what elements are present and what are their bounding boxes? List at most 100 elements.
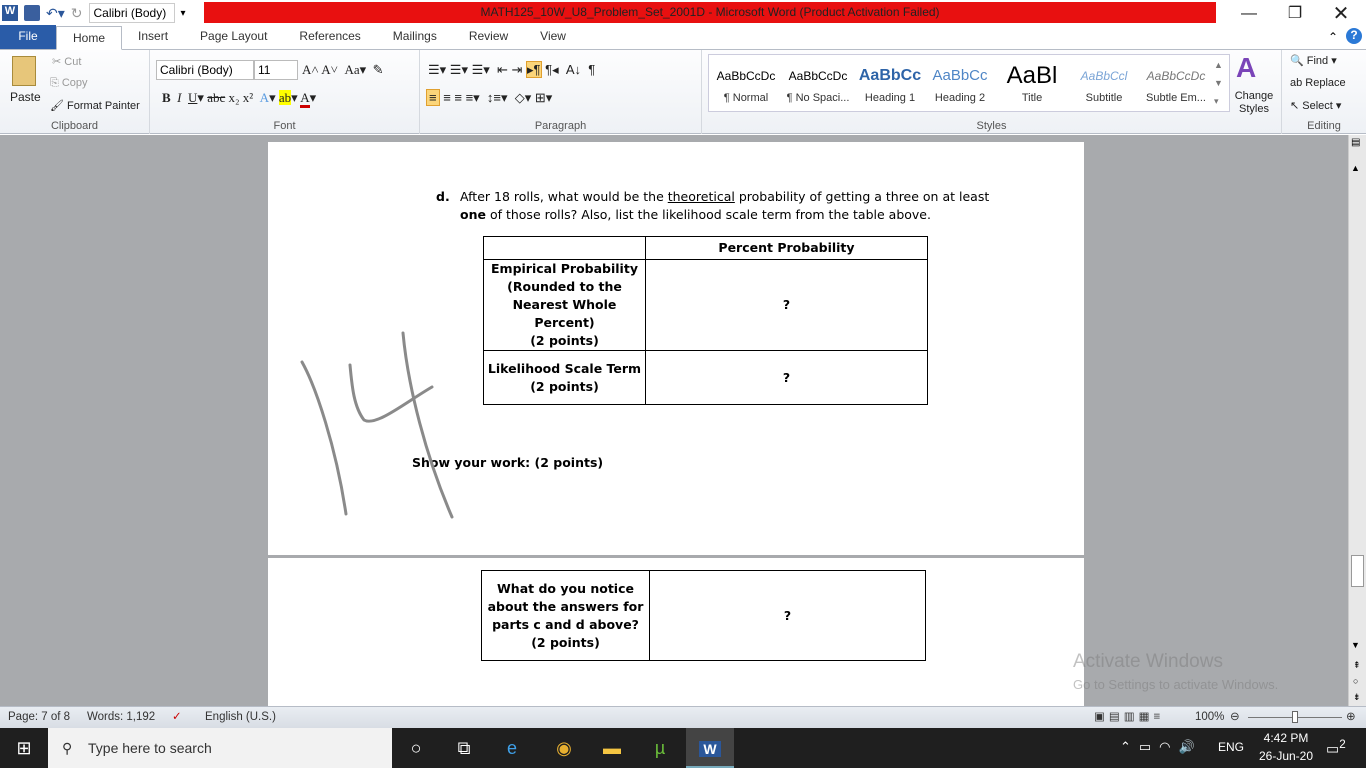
file-explorer-icon[interactable]: ▬: [588, 728, 636, 768]
clock-time[interactable]: 4:42 PM: [1256, 731, 1316, 745]
proofing-icon[interactable]: ✓: [172, 709, 182, 723]
qat-font-select[interactable]: Calibri (Body): [88, 3, 175, 23]
word-taskbar-icon[interactable]: W: [686, 728, 734, 768]
tab-home[interactable]: Home: [56, 26, 123, 50]
empty-header-cell: [483, 236, 646, 260]
question-text: After 18 rolls, what would be the: [460, 189, 668, 204]
grow-shrink-font-icons[interactable]: A˄ A˅ Aa▾ ✎: [302, 62, 384, 78]
word-count[interactable]: Words: 1,192: [87, 711, 155, 723]
windows-start-icon[interactable]: ⊞: [0, 728, 48, 768]
edge-icon[interactable]: e: [488, 728, 536, 768]
customize-qat-icon[interactable]: ▾: [181, 8, 186, 19]
taskbar-search[interactable]: ⚲ Type here to search: [48, 728, 392, 768]
zoom-level[interactable]: 100%: [1195, 711, 1224, 723]
replace-button[interactable]: ab Replace: [1290, 77, 1346, 89]
cut-label: Cut: [64, 56, 82, 68]
document-page[interactable]: d. After 18 rolls, what would be the the…: [268, 142, 1084, 555]
cut-button[interactable]: ✂ Cut: [52, 55, 81, 68]
tab-view[interactable]: View: [524, 25, 582, 49]
styles-label: Styles: [976, 120, 1007, 132]
alignment-buttons[interactable]: ≡ ≡ ≡ ≡▾ ↕≡▾ ◇▾ ⊞▾: [426, 89, 552, 106]
style-sample: AaBbCc: [858, 67, 922, 84]
undo-icon[interactable]: ↶▾: [46, 5, 65, 22]
minimize-button[interactable]: —: [1226, 0, 1272, 28]
restore-button[interactable]: ❐: [1272, 0, 1318, 28]
style-subtitle[interactable]: AaBbCcl Subtitle: [1068, 66, 1140, 104]
font-size-select[interactable]: 11: [254, 60, 298, 80]
tab-page-layout[interactable]: Page Layout: [184, 25, 283, 49]
tab-file[interactable]: File: [0, 25, 56, 49]
font-format-buttons[interactable]: B I U▾ abc x₂ x² A▾ ab▾ A▾: [162, 90, 316, 108]
scroll-up-icon[interactable]: ▲: [1351, 163, 1360, 173]
style-sample: AaBbCcDc: [1146, 69, 1206, 83]
redo-icon[interactable]: ↻: [71, 5, 83, 22]
tab-insert[interactable]: Insert: [122, 25, 184, 49]
styles-group: AaBbCcDc ¶ Normal AaBbCcDc ¶ No Spaci... A…: [702, 50, 1282, 134]
style-sample: AaBbCcDc: [716, 69, 776, 83]
style-sample: AaBbCc: [932, 67, 988, 84]
select-button[interactable]: ↖ Select ▾: [1290, 99, 1341, 112]
font-name-select[interactable]: Calibri (Body): [156, 60, 254, 80]
style-name: ¶ No Spaci...: [786, 92, 850, 104]
paragraph-label: Paragraph: [534, 120, 587, 132]
browse-object-buttons[interactable]: ⇞ ○ ⇟: [1353, 657, 1361, 705]
tab-review[interactable]: Review: [453, 25, 524, 49]
search-icon: ⚲: [62, 740, 73, 756]
input-language[interactable]: ENG: [1218, 740, 1244, 754]
zoom-slider-thumb[interactable]: [1292, 711, 1298, 723]
style-heading-1[interactable]: AaBbCc Heading 1: [854, 66, 926, 104]
replace-label: Replace: [1305, 77, 1346, 89]
tab-mailings[interactable]: Mailings: [377, 25, 453, 49]
empirical-probability-answer[interactable]: ?: [645, 259, 928, 351]
likelihood-answer[interactable]: ?: [645, 350, 928, 405]
label-line: parts c and d above?: [492, 616, 639, 632]
scroll-thumb[interactable]: [1351, 555, 1364, 587]
minimize-ribbon-icon[interactable]: ⌃: [1328, 30, 1338, 44]
style-heading-2[interactable]: AaBbCc Heading 2: [924, 66, 996, 104]
paste-icon[interactable]: [12, 56, 36, 86]
percent-probability-header: Percent Probability: [645, 236, 928, 260]
theoretical-word: theoretical: [667, 189, 735, 204]
notifications-icon[interactable]: ▭2: [1326, 738, 1346, 758]
style-name: Title: [1021, 92, 1043, 104]
notice-answer[interactable]: ?: [649, 570, 926, 661]
document-page-next[interactable]: What do you notice about the answers for p…: [268, 558, 1084, 706]
format-painter-button[interactable]: 🖌 Format Painter: [50, 99, 140, 112]
handwritten-14-drawing: [300, 331, 454, 519]
vertical-scrollbar[interactable]: ▤ ▲ ▼ ⇞ ○ ⇟: [1348, 135, 1366, 706]
clock-date[interactable]: 26-Jun-20: [1256, 749, 1316, 763]
style-subtle-emphasis[interactable]: AaBbCcDc Subtle Em...: [1140, 66, 1212, 104]
system-tray-icons[interactable]: ⌃▭◠🔊: [1120, 739, 1203, 755]
style-no-spacing[interactable]: AaBbCcDc ¶ No Spaci...: [782, 66, 854, 104]
language[interactable]: English (U.S.): [205, 711, 276, 723]
paste-button[interactable]: Paste: [10, 90, 41, 104]
list-indent-buttons[interactable]: ☰▾ ☰▾ ☰▾ ⇤ ⇥ ▸¶ ¶◂ A↓ ¶: [428, 61, 595, 78]
save-icon[interactable]: [24, 5, 40, 21]
view-buttons[interactable]: ▣▤▥▦≡: [1094, 709, 1164, 723]
scroll-down-icon[interactable]: ▼: [1351, 640, 1360, 650]
copy-button[interactable]: ⎘ Copy: [50, 77, 88, 90]
chrome-icon[interactable]: ◉: [540, 728, 588, 768]
ruler-toggle-icon[interactable]: ▤: [1351, 137, 1360, 148]
tab-references[interactable]: References: [283, 25, 376, 49]
change-styles-button[interactable]: Change Styles: [1232, 90, 1276, 116]
styles-scroll-buttons[interactable]: ▲ ▼ ▾: [1214, 56, 1223, 110]
label-line: Empirical Probability: [491, 261, 638, 276]
ribbon-tabs: File Home Insert Page Layout References …: [0, 25, 1366, 50]
change-styles-icon[interactable]: A: [1236, 52, 1256, 84]
font-label: Font: [273, 120, 296, 132]
close-button[interactable]: ✕: [1318, 0, 1364, 28]
zoom-in-icon[interactable]: ⊕: [1346, 709, 1356, 723]
style-title[interactable]: AaBl Title: [996, 66, 1068, 104]
style-normal[interactable]: AaBbCcDc ¶ Normal: [710, 66, 782, 104]
zoom-out-icon[interactable]: ⊖: [1230, 709, 1240, 723]
select-label: Select: [1302, 100, 1333, 112]
utorrent-icon[interactable]: µ: [636, 728, 684, 768]
cortana-icon[interactable]: ○: [392, 728, 440, 768]
activate-windows-subtext: Go to Settings to activate Windows.: [1073, 677, 1279, 692]
help-icon[interactable]: ?: [1346, 28, 1362, 44]
format-painter-label: Format Painter: [67, 100, 140, 112]
task-view-icon[interactable]: ⧉: [440, 728, 488, 768]
page-count[interactable]: Page: 7 of 8: [8, 711, 70, 723]
find-button[interactable]: 🔍 Find ▾: [1290, 54, 1337, 67]
